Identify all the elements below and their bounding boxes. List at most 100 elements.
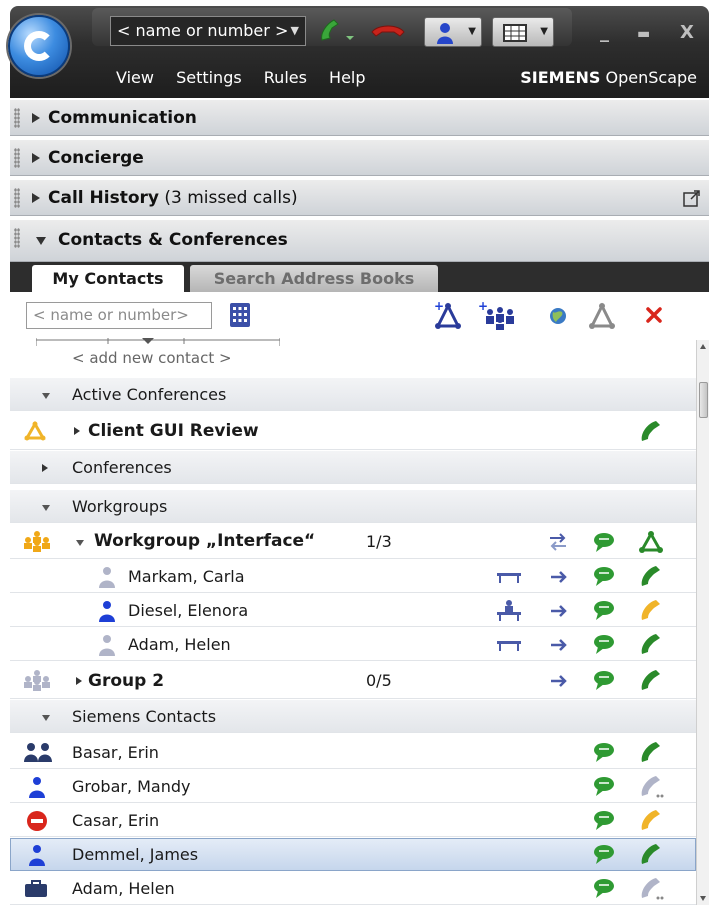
group-header-siemens-contacts[interactable]: Siemens Contacts (10, 700, 696, 733)
collapse-arrow-icon[interactable] (76, 540, 84, 546)
contact-row-grobar[interactable]: Grobar, Mandy (10, 770, 696, 803)
brand-label: SIEMENS OpenScape (520, 68, 697, 87)
chat-icon[interactable] (592, 669, 616, 691)
workgroup-row-group2[interactable]: Group 2 0/5 (10, 663, 696, 699)
forward-arrow-icon[interactable] (550, 638, 568, 652)
desk-icon (497, 641, 521, 651)
person-online-icon (29, 777, 45, 798)
briefcase-icon (25, 880, 47, 897)
menu-settings[interactable]: Settings (176, 68, 242, 87)
collapse-arrow-icon (42, 715, 50, 721)
phone-call-icon[interactable] (638, 740, 664, 764)
section-title: Call History (3 missed calls) (48, 180, 298, 216)
contact-search-input[interactable]: < name or number> (26, 302, 212, 329)
hang-up-icon[interactable] (368, 18, 408, 44)
drag-handle[interactable] (14, 108, 20, 128)
add-new-contact-label: < add new contact > (72, 349, 232, 367)
dialpad-icon[interactable] (230, 303, 250, 327)
contact-row-markam[interactable]: Markam, Carla (10, 560, 696, 593)
grid-view-icon (503, 24, 527, 42)
person-offline-icon (99, 567, 115, 588)
chevron-down-icon[interactable]: ▼ (291, 17, 299, 45)
chat-icon[interactable] (592, 809, 616, 831)
scroll-down-arrow-icon[interactable] (700, 896, 706, 901)
phone-busy-icon[interactable] (638, 598, 664, 622)
scroll-up-arrow-icon[interactable] (700, 344, 706, 349)
view-mode-button[interactable]: ▼ (492, 17, 554, 47)
section-title: Communication (48, 108, 197, 128)
expand-arrow-icon (32, 113, 40, 123)
phone-busy-icon[interactable] (638, 808, 664, 832)
chat-icon[interactable] (592, 599, 616, 621)
menu-view[interactable]: View (116, 68, 154, 87)
forward-arrow-icon[interactable] (550, 674, 568, 688)
chat-icon[interactable] (592, 633, 616, 655)
contact-row-adam[interactable]: Adam, Helen (10, 872, 696, 905)
phone-unavailable-icon[interactable] (638, 876, 664, 902)
presence-status-button[interactable]: ▼ (424, 17, 482, 47)
scroll-thumb[interactable] (699, 382, 708, 418)
group-header-workgroups[interactable]: Workgroups (10, 490, 696, 523)
drag-handle[interactable] (14, 148, 20, 168)
forward-arrow-icon[interactable] (550, 604, 568, 618)
tab-search-address-books[interactable]: Search Address Books (190, 265, 438, 292)
add-conference-icon[interactable]: + (432, 300, 464, 330)
globe-icon[interactable] (544, 300, 576, 330)
group-header-conferences[interactable]: Conferences (10, 451, 696, 484)
tab-my-contacts[interactable]: My Contacts (32, 265, 184, 292)
contact-row-casar[interactable]: Casar, Erin (10, 804, 696, 837)
chat-icon[interactable] (592, 565, 616, 587)
openscape-logo[interactable] (8, 15, 70, 77)
phone-call-icon[interactable] (316, 16, 358, 46)
contact-name: Casar, Erin (72, 811, 160, 830)
phone-unavailable-icon[interactable] (638, 774, 664, 800)
swap-arrows-icon[interactable] (548, 533, 568, 551)
section-call-history[interactable]: Call History (3 missed calls) (10, 180, 709, 216)
phone-call-icon[interactable] (638, 668, 664, 692)
brand-openscape: OpenScape (600, 68, 698, 87)
call-number-input[interactable]: < name or number > ▼ (110, 16, 306, 46)
conference-icon[interactable] (586, 300, 618, 330)
contact-row-demmel[interactable]: Demmel, James (10, 838, 696, 871)
drag-handle[interactable] (14, 228, 20, 248)
conference-name: Client GUI Review (88, 421, 259, 441)
expand-arrow-icon[interactable] (76, 677, 82, 685)
section-communication[interactable]: Communication (10, 100, 709, 136)
chat-icon[interactable] (592, 775, 616, 797)
maximize-button[interactable]: ▬ (637, 26, 650, 42)
expand-arrow-icon[interactable] (74, 427, 80, 435)
conference-row-client-gui-review[interactable]: Client GUI Review (10, 412, 696, 450)
phone-call-icon[interactable] (638, 419, 664, 443)
group-header-active-conferences[interactable]: Active Conferences (10, 378, 696, 411)
contact-row-diesel[interactable]: Diesel, Elenora (10, 594, 696, 627)
section-concierge[interactable]: Concierge (10, 140, 709, 176)
contact-row-basar[interactable]: Basar, Erin (10, 736, 696, 769)
forward-arrow-icon[interactable] (550, 570, 568, 584)
menu-rules[interactable]: Rules (264, 68, 307, 87)
chat-icon[interactable] (592, 531, 616, 553)
chat-icon[interactable] (592, 877, 616, 899)
section-contacts-conferences[interactable]: Contacts & Conferences (10, 220, 709, 262)
delete-icon[interactable] (640, 300, 672, 330)
workgroup-row-interface[interactable]: Workgroup „Interface“ 1/3 (10, 525, 696, 559)
menu-help[interactable]: Help (329, 68, 365, 87)
contact-name: Basar, Erin (72, 743, 159, 762)
phone-call-icon[interactable] (638, 632, 664, 656)
minimize-button[interactable]: _ (600, 22, 609, 43)
drag-handle[interactable] (14, 188, 20, 208)
contact-name: Demmel, James (72, 845, 199, 864)
chevron-down-icon: ▼ (468, 26, 476, 37)
phone-call-icon[interactable] (638, 842, 664, 866)
list-scrollbar[interactable] (696, 340, 709, 905)
expand-arrow-icon (32, 153, 40, 163)
popout-icon[interactable] (683, 189, 701, 207)
chat-icon[interactable] (592, 843, 616, 865)
close-button[interactable]: X (680, 22, 694, 43)
add-group-icon[interactable]: + (478, 300, 520, 330)
workgroup-offline-icon (24, 670, 50, 691)
conference-call-icon[interactable] (638, 530, 664, 554)
phone-call-icon[interactable] (638, 564, 664, 588)
contact-row-adam-workgroup[interactable]: Adam, Helen (10, 628, 696, 661)
chat-icon[interactable] (592, 741, 616, 763)
add-new-contact-row[interactable]: < add new contact > (10, 340, 696, 376)
